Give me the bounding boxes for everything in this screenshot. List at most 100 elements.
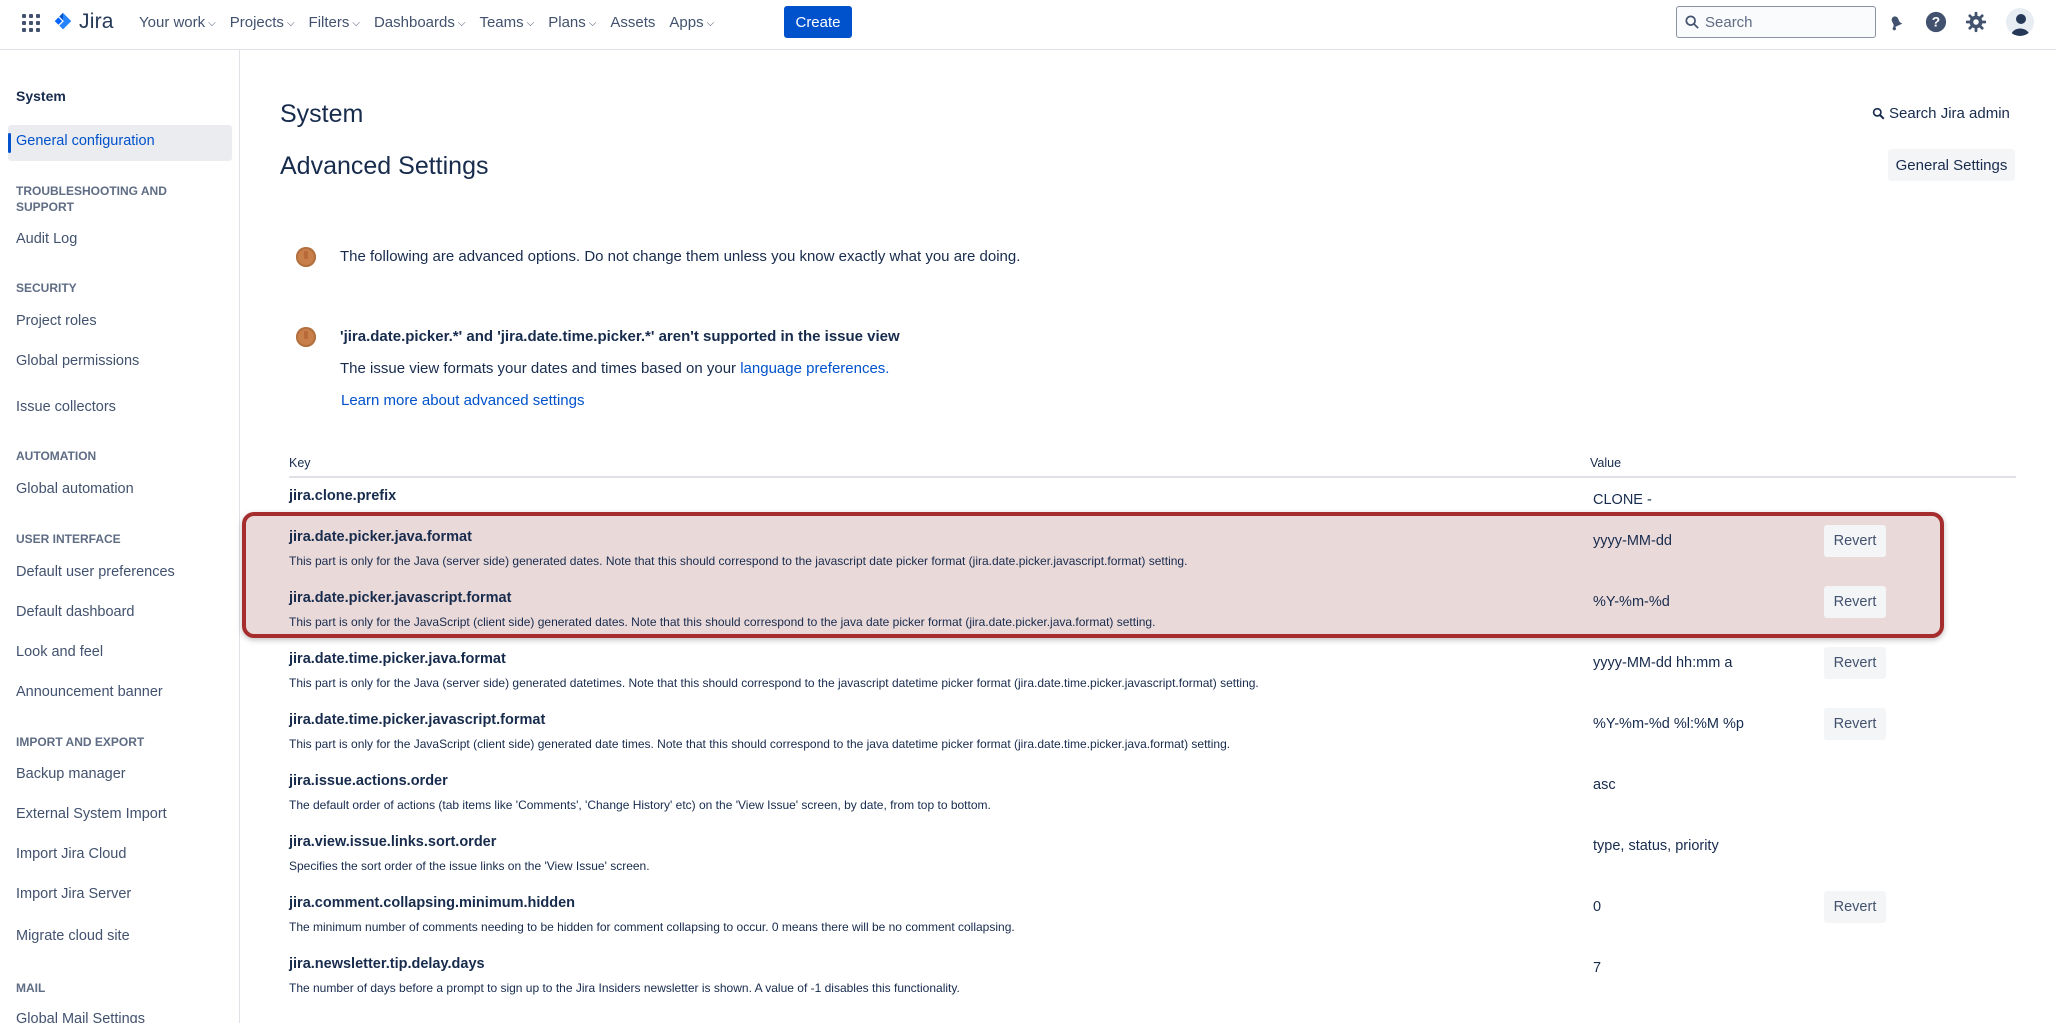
search-jira-admin-link[interactable]: Search Jira admin	[1872, 105, 2010, 122]
sidebar-item-general-configuration[interactable]: General configuration	[16, 133, 155, 149]
chevron-down-icon: ⌵	[352, 17, 360, 29]
sidebar-active-indicator	[8, 133, 11, 153]
sidebar-section-import-export: IMPORT AND EXPORT	[16, 735, 145, 749]
nav-label: Teams	[479, 13, 524, 31]
setting-key: jira.clone.prefix	[289, 488, 397, 504]
search-icon	[1872, 107, 1885, 120]
nav-label: Apps	[669, 13, 704, 31]
table-row: jira.view.issue.links.sort.order Specifi…	[289, 834, 2016, 894]
sidebar-item-audit-log[interactable]: Audit Log	[16, 231, 77, 247]
notifications-icon[interactable]	[1884, 10, 1908, 34]
nav-plans[interactable]: Plans ⌵	[541, 14, 603, 31]
search-input[interactable]	[1705, 13, 1865, 31]
revert-button[interactable]: Revert	[1824, 708, 1886, 740]
app-switcher-icon[interactable]	[20, 12, 42, 34]
nav-dashboards[interactable]: Dashboards ⌵	[367, 14, 472, 31]
section-title: Advanced Settings	[280, 152, 489, 180]
setting-value[interactable]: type, status, priority	[1593, 838, 1719, 854]
sidebar-section-mail: MAIL	[16, 981, 46, 995]
setting-description: Specifies the sort order of the issue li…	[289, 859, 650, 873]
jira-logo[interactable]: Jira	[52, 10, 114, 34]
sidebar-item-global-mail-settings[interactable]: Global Mail Settings	[16, 1011, 145, 1023]
setting-value[interactable]: %Y-%m-%d %l:%M %p	[1593, 716, 1744, 732]
setting-description: The minimum number of comments needing t…	[289, 920, 1015, 934]
sidebar-item-import-jira-server[interactable]: Import Jira Server	[16, 886, 131, 902]
table-row: jira.date.time.picker.javascript.format …	[289, 708, 2016, 772]
avatar-icon	[2011, 14, 2030, 36]
setting-value[interactable]: yyyy-MM-dd	[1593, 533, 1672, 549]
language-preferences-link[interactable]: language preferences.	[740, 360, 889, 377]
sidebar-item-look-and-feel[interactable]: Look and feel	[16, 644, 103, 660]
setting-value[interactable]: 7	[1593, 960, 1601, 976]
table-row: jira.date.picker.javascript.format This …	[289, 586, 2016, 650]
sidebar-item-migrate-cloud-site[interactable]: Migrate cloud site	[16, 928, 130, 944]
nav-menu: Your work ⌵ Projects ⌵ Filters ⌵ Dashboards…	[132, 0, 721, 44]
nav-projects[interactable]: Projects ⌵	[223, 14, 302, 31]
nav-your-work[interactable]: Your work ⌵	[132, 14, 223, 31]
top-navigation: Jira Your work ⌵ Projects ⌵ Filters ⌵ Dashb…	[0, 0, 2056, 50]
setting-description: This part is only for the JavaScript (cl…	[289, 737, 1231, 751]
table-row: jira.date.picker.java.format This part i…	[289, 525, 2016, 589]
setting-value[interactable]: CLONE -	[1593, 492, 1652, 508]
revert-button[interactable]: Revert	[1824, 586, 1886, 618]
sidebar-item-backup-manager[interactable]: Backup manager	[16, 766, 126, 782]
table-row: jira.newsletter.tip.delay.days The numbe…	[289, 956, 2016, 1016]
chevron-down-icon: ⌵	[526, 17, 535, 29]
search-icon	[1685, 15, 1699, 29]
revert-button[interactable]: Revert	[1824, 647, 1886, 679]
setting-description: This part is only for the JavaScript (cl…	[289, 615, 1156, 629]
chevron-down-icon: ⌵	[457, 17, 466, 29]
nav-label: Assets	[610, 13, 656, 31]
warning-icon	[296, 247, 316, 267]
nav-assets[interactable]: Assets	[603, 14, 662, 31]
nav-filters[interactable]: Filters ⌵	[302, 14, 367, 31]
admin-sidebar: System General configuration TROUBLESHOO…	[0, 50, 240, 1023]
setting-key: jira.date.time.picker.java.format	[289, 651, 506, 667]
picker-warning-title: 'jira.date.picker.*' and 'jira.date.time…	[340, 328, 900, 345]
setting-value[interactable]: %Y-%m-%d	[1593, 594, 1670, 610]
revert-button[interactable]: Revert	[1824, 891, 1886, 923]
search-box[interactable]	[1676, 6, 1876, 38]
column-header-key: Key	[289, 456, 311, 470]
setting-value[interactable]: 0	[1593, 899, 1601, 915]
sidebar-section-automation: AUTOMATION	[16, 449, 97, 463]
warning-icon	[296, 327, 316, 347]
table-row: jira.issue.actions.order The default ord…	[289, 773, 2016, 833]
general-settings-button[interactable]: General Settings	[1888, 149, 2015, 181]
nav-apps[interactable]: Apps ⌵	[662, 14, 721, 31]
setting-value[interactable]: yyyy-MM-dd hh:mm a	[1593, 655, 1732, 671]
setting-value[interactable]: asc	[1593, 777, 1616, 793]
create-button[interactable]: Create	[784, 6, 852, 38]
nav-label: Plans	[548, 13, 586, 31]
chevron-down-icon: ⌵	[706, 17, 715, 29]
sidebar-item-announcement-banner[interactable]: Announcement banner	[16, 684, 163, 700]
sidebar-section-security: SECURITY	[16, 281, 77, 295]
sidebar-item-project-roles[interactable]: Project roles	[16, 313, 97, 329]
advanced-warning-message: The following are advanced options. Do n…	[340, 248, 1021, 265]
settings-gear-icon[interactable]	[1964, 10, 1988, 34]
help-icon[interactable]: ?	[1924, 10, 1948, 34]
sidebar-section-troubleshooting: TROUBLESHOOTING AND SUPPORT	[16, 184, 167, 214]
sidebar-item-global-automation[interactable]: Global automation	[16, 481, 134, 497]
learn-more-link[interactable]: Learn more about advanced settings	[341, 392, 585, 409]
user-avatar[interactable]	[2006, 8, 2034, 36]
sidebar-item-issue-collectors[interactable]: Issue collectors	[16, 399, 116, 415]
sidebar-item-global-permissions[interactable]: Global permissions	[16, 353, 139, 369]
sidebar-item-import-jira-cloud[interactable]: Import Jira Cloud	[16, 846, 126, 862]
nav-teams[interactable]: Teams ⌵	[472, 14, 541, 31]
setting-description: The number of days before a prompt to si…	[289, 981, 960, 995]
nav-label: Your work	[139, 13, 206, 31]
logo-text: Jira	[79, 10, 114, 33]
page-title: System	[280, 100, 364, 128]
sidebar-item-default-user-preferences[interactable]: Default user preferences	[16, 564, 175, 580]
setting-description: This part is only for the Java (server s…	[289, 676, 1259, 690]
sidebar-section-user-interface: USER INTERFACE	[16, 532, 121, 546]
revert-button[interactable]: Revert	[1824, 525, 1886, 557]
sidebar-item-default-dashboard[interactable]: Default dashboard	[16, 604, 135, 620]
setting-key: jira.issue.actions.order	[289, 773, 448, 789]
setting-key: jira.date.picker.javascript.format	[289, 590, 512, 606]
sidebar-item-external-system-import[interactable]: External System Import	[16, 806, 167, 822]
setting-description: This part is only for the Java (server s…	[289, 554, 1188, 568]
svg-text:?: ?	[1932, 15, 1940, 30]
picker-warning-text: The issue view formats your dates and ti…	[340, 360, 889, 377]
